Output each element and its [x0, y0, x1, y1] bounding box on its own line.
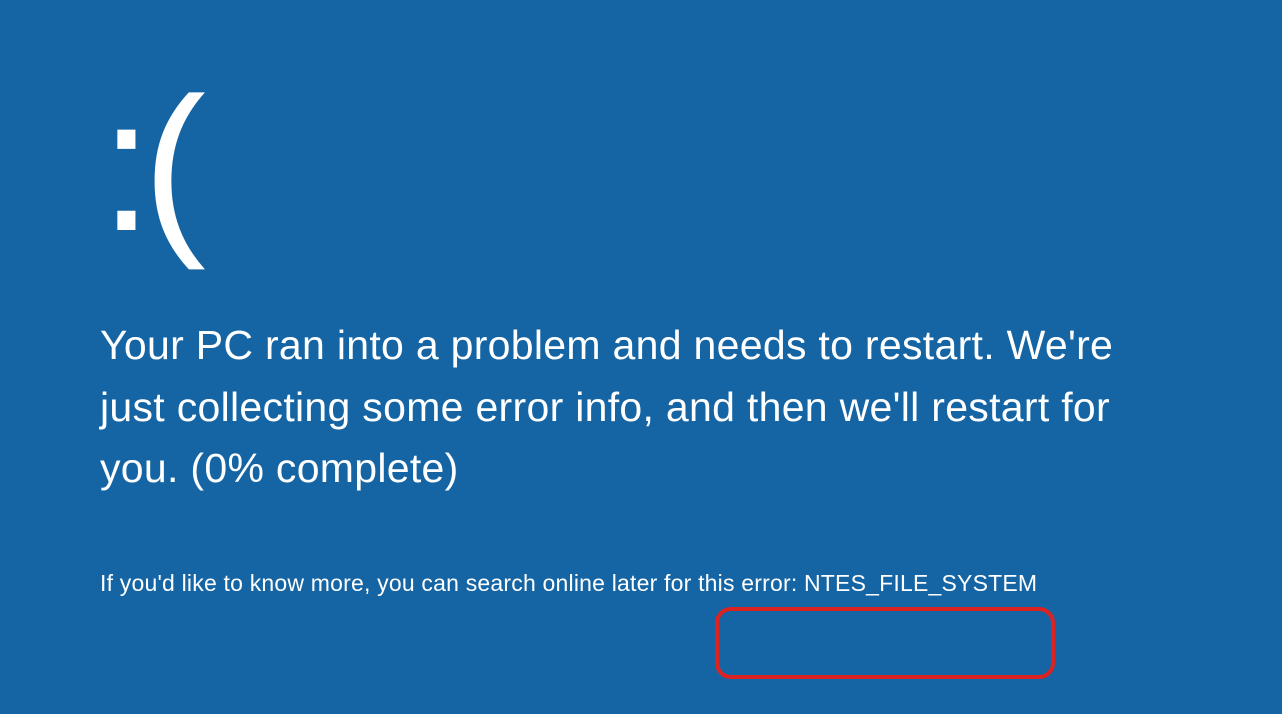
sad-face-emoticon: :( [100, 70, 1182, 260]
error-code-highlight-annotation [715, 607, 1055, 679]
error-main-message: Your PC ran into a problem and needs to … [100, 315, 1182, 500]
footer-prefix-text: If you'd like to know more, you can sear… [100, 570, 804, 596]
bsod-screen: :( Your PC ran into a problem and needs … [0, 0, 1282, 597]
error-code-text: NTES_FILE_SYSTEM [804, 570, 1037, 596]
error-footer: If you'd like to know more, you can sear… [100, 570, 1182, 597]
